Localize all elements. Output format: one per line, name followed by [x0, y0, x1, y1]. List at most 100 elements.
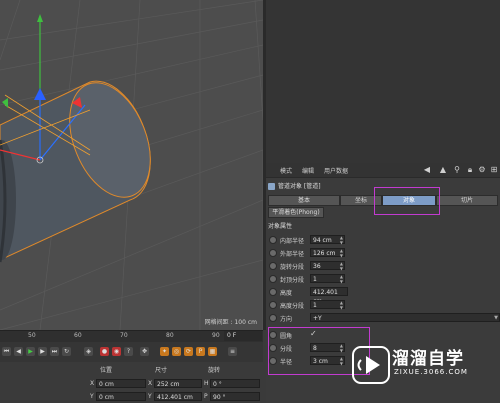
- menu-edit[interactable]: 编辑: [302, 166, 314, 175]
- key-selection-icon[interactable]: ?: [124, 347, 133, 356]
- grid-spacing-label: 网格间距 : 100 cm: [204, 319, 257, 326]
- object-title-text: 管道对象 [管道]: [278, 183, 321, 190]
- field-value: 126 cm: [313, 250, 336, 257]
- coord-axis-label: Y: [148, 393, 152, 400]
- property-row: 封顶分段 1 ▲ ▼: [269, 274, 499, 284]
- inner-radius-field[interactable]: 94 cm ▲ ▼: [310, 235, 345, 244]
- rotation-key-icon[interactable]: ⟳: [184, 347, 193, 356]
- spinner-icon[interactable]: ▲ ▼: [340, 248, 343, 258]
- property-row: 外部半径 126 cm ▲ ▼: [269, 248, 499, 258]
- tab-slice[interactable]: 切片: [436, 195, 498, 206]
- direction-select[interactable]: +Y ▼: [310, 313, 500, 322]
- cap-segments-field[interactable]: 1 ▲ ▼: [310, 274, 345, 283]
- size-x-field[interactable]: 252 cm: [154, 379, 202, 388]
- pla-key-icon[interactable]: ▦: [208, 347, 217, 356]
- spinner-icon[interactable]: ▲ ▼: [340, 235, 343, 245]
- field-value: 1: [313, 276, 317, 283]
- property-label: 高度分段: [280, 303, 305, 310]
- watermark-logo-icon: [352, 346, 390, 384]
- timeline-tick: 60: [74, 332, 82, 339]
- scale-key-icon[interactable]: ◎: [172, 347, 181, 356]
- search-icon[interactable]: ⚲: [452, 165, 462, 175]
- attribute-menu-bar: 模式 编辑 用户数据 ◀ ▲ ⚲ 🔒︎ ⚙ ⊞: [266, 163, 500, 178]
- size-y-field[interactable]: 412.401 cm: [154, 392, 202, 401]
- menu-mode[interactable]: 模式: [280, 166, 292, 175]
- position-y-field[interactable]: 0 cm: [96, 392, 146, 401]
- play-icon[interactable]: ▶: [26, 347, 35, 356]
- move-key-icon[interactable]: ✥: [140, 347, 149, 356]
- position-key-icon[interactable]: ✦: [160, 347, 169, 356]
- property-label: 旋转分段: [280, 264, 305, 271]
- animate-radio[interactable]: [269, 314, 277, 322]
- section-title: 对象属性: [268, 223, 293, 230]
- prev-key-icon[interactable]: ◀: [14, 347, 23, 356]
- coord-axis-label: Y: [90, 393, 94, 400]
- menu-user-data[interactable]: 用户数据: [324, 166, 348, 175]
- coord-axis-label: X: [90, 380, 95, 387]
- coord-header-size: 尺寸: [155, 367, 168, 374]
- lock-icon[interactable]: 🔒︎: [465, 165, 475, 175]
- coord-axis-label: H: [204, 380, 209, 387]
- property-label: 高度: [280, 290, 293, 297]
- timeline-tick: 90: [212, 332, 220, 339]
- spinner-icon[interactable]: ▲ ▼: [340, 261, 343, 271]
- outer-radius-field[interactable]: 126 cm ▲ ▼: [310, 248, 345, 257]
- go-end-icon[interactable]: ⏭: [50, 347, 59, 356]
- timeline-menu-icon[interactable]: ≡: [228, 347, 237, 356]
- record-icon[interactable]: ●: [100, 347, 109, 356]
- up-arrow-icon[interactable]: ▲: [438, 165, 448, 175]
- viewport-scene: [0, 0, 263, 330]
- watermark: 溜溜自学 ZIXUE.3066.COM: [350, 342, 500, 392]
- tab-phong[interactable]: 平滑着色(Phong): [268, 207, 324, 218]
- rotation-segments-field[interactable]: 36 ▲ ▼: [310, 261, 345, 270]
- rotation-h-field[interactable]: 0 °: [210, 379, 260, 388]
- animate-radio[interactable]: [269, 288, 277, 296]
- go-start-icon[interactable]: ⏮: [2, 347, 11, 356]
- settings-icon[interactable]: ⚙: [477, 165, 487, 175]
- height-segments-field[interactable]: 1 ▲ ▼: [310, 300, 345, 309]
- field-value: 36: [313, 263, 321, 270]
- field-value: 1: [313, 302, 317, 309]
- position-x-field[interactable]: 0 cm: [96, 379, 146, 388]
- rotation-p-field[interactable]: 90 °: [210, 392, 260, 401]
- property-label: 外部半径: [280, 251, 305, 258]
- animate-radio[interactable]: [269, 236, 277, 244]
- coord-header-rotation: 旋转: [208, 367, 221, 374]
- timeline-tick: 70: [120, 332, 128, 339]
- transport-bar: ⏮ ◀ ▶ ▶ ⏭ ↻ ◈ ● ◉ ? ✥ ✦ ◎ ⟳ P ▦ ≡: [0, 342, 263, 362]
- height-field[interactable]: 412.401 cm: [310, 287, 348, 305]
- 3d-viewport[interactable]: 网格间距 : 100 cm: [0, 0, 263, 330]
- loop-icon[interactable]: ↻: [62, 347, 71, 356]
- chevron-down-icon: ▼: [494, 315, 498, 321]
- auto-key-icon[interactable]: ◉: [112, 347, 121, 356]
- highlight-tab-box: [374, 187, 440, 215]
- property-label: 内部半径: [280, 238, 305, 245]
- next-key-icon[interactable]: ▶: [38, 347, 47, 356]
- object-title: 管道对象 [管道]: [268, 181, 321, 191]
- frame-field[interactable]: 0 F: [224, 331, 262, 341]
- animate-radio[interactable]: [269, 275, 277, 283]
- back-arrow-icon[interactable]: ◀: [422, 165, 432, 175]
- animate-radio[interactable]: [269, 301, 277, 309]
- tab-basic[interactable]: 基本: [268, 195, 340, 206]
- timeline-tick: 50: [28, 332, 36, 339]
- coordinates-panel: 位置 尺寸 旋转 X 0 cm X 252 cm H 0 ° Y 0 cm Y …: [0, 362, 263, 403]
- object-manager-panel[interactable]: [266, 0, 500, 163]
- property-row: 内部半径 94 cm ▲ ▼: [269, 235, 499, 245]
- spinner-icon[interactable]: ▲ ▼: [340, 300, 343, 310]
- animate-radio[interactable]: [269, 262, 277, 270]
- pipe-object-icon: [268, 183, 275, 190]
- property-row: 高度 412.401 cm: [269, 287, 499, 305]
- coord-header-position: 位置: [100, 367, 113, 374]
- keyframe-icon[interactable]: ◈: [84, 347, 93, 356]
- coord-axis-label: X: [148, 380, 153, 387]
- param-key-icon[interactable]: P: [196, 347, 205, 356]
- plus-icon[interactable]: ⊞: [489, 165, 499, 175]
- spinner-icon[interactable]: ▲ ▼: [340, 274, 343, 284]
- property-label: 封顶分段: [280, 277, 305, 284]
- animate-radio[interactable]: [269, 249, 277, 257]
- property-row: 方向 +Y ▼: [269, 313, 500, 323]
- property-row: 旋转分段 36 ▲ ▼: [269, 261, 499, 271]
- coord-axis-label: P: [204, 393, 208, 400]
- watermark-title: 溜溜自学: [392, 349, 464, 369]
